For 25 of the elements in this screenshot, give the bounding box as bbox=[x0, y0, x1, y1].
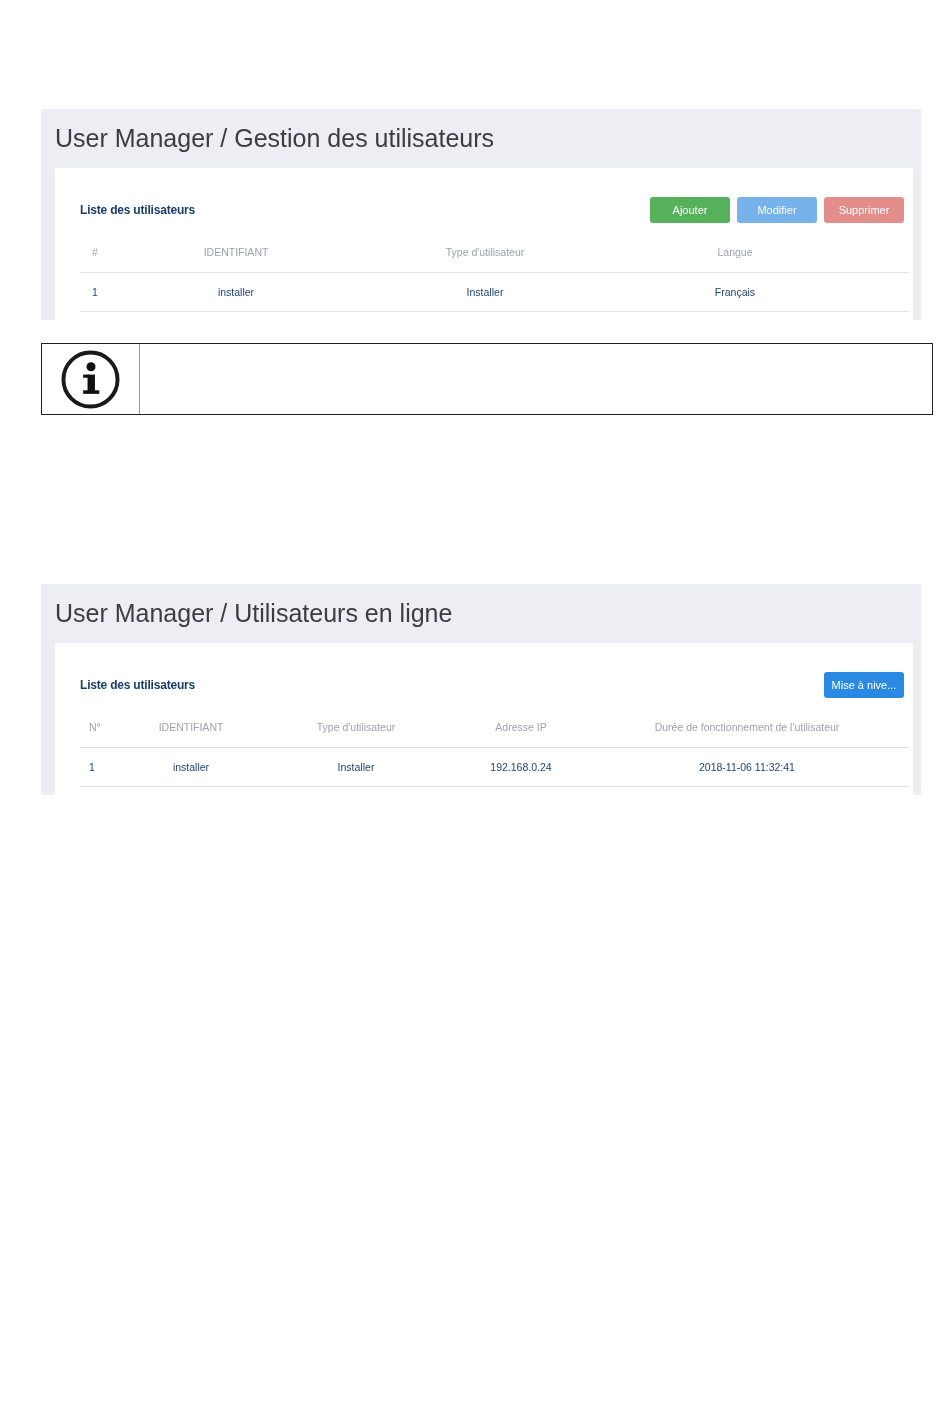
column-header: IDENTIFIANT bbox=[157, 721, 225, 733]
table-cell-text: 2018-11-06 11:32:41 bbox=[698, 761, 796, 773]
column-header: N° bbox=[88, 721, 102, 733]
page-title: User Manager / Utilisateurs en ligne bbox=[55, 598, 454, 629]
column-header: IDENTIFIANT bbox=[202, 246, 270, 258]
table-cell-text: Installer bbox=[465, 286, 505, 298]
column-header: # bbox=[91, 246, 99, 258]
list-heading: Liste des utilisateurs bbox=[80, 203, 195, 217]
column-header: Durée de fonctionnement de l'utilisateur bbox=[653, 721, 841, 733]
add-button[interactable]: Ajouter bbox=[650, 197, 730, 223]
column-header: Langue bbox=[716, 246, 754, 258]
table-cell-text: 1 bbox=[91, 286, 99, 298]
table-cell-text: Français bbox=[713, 286, 757, 298]
column-header: Type d'utilisateur bbox=[315, 721, 397, 733]
table-cell-text: installer bbox=[216, 286, 256, 298]
table-cell-text: Installer bbox=[336, 761, 376, 773]
column-header: Adresse IP bbox=[494, 721, 548, 733]
table-cell-text: 192.168.0.24 bbox=[489, 761, 553, 773]
upgrade-button[interactable]: Mise à nive... bbox=[824, 672, 904, 698]
page-title: User Manager / Gestion des utilisateurs bbox=[55, 123, 496, 154]
table-cell-text: installer bbox=[171, 761, 211, 773]
table-cell-text: 1 bbox=[88, 761, 96, 773]
info-icon bbox=[61, 349, 120, 409]
list-heading: Liste des utilisateurs bbox=[80, 678, 195, 692]
column-header: Type d'utilisateur bbox=[444, 246, 526, 258]
